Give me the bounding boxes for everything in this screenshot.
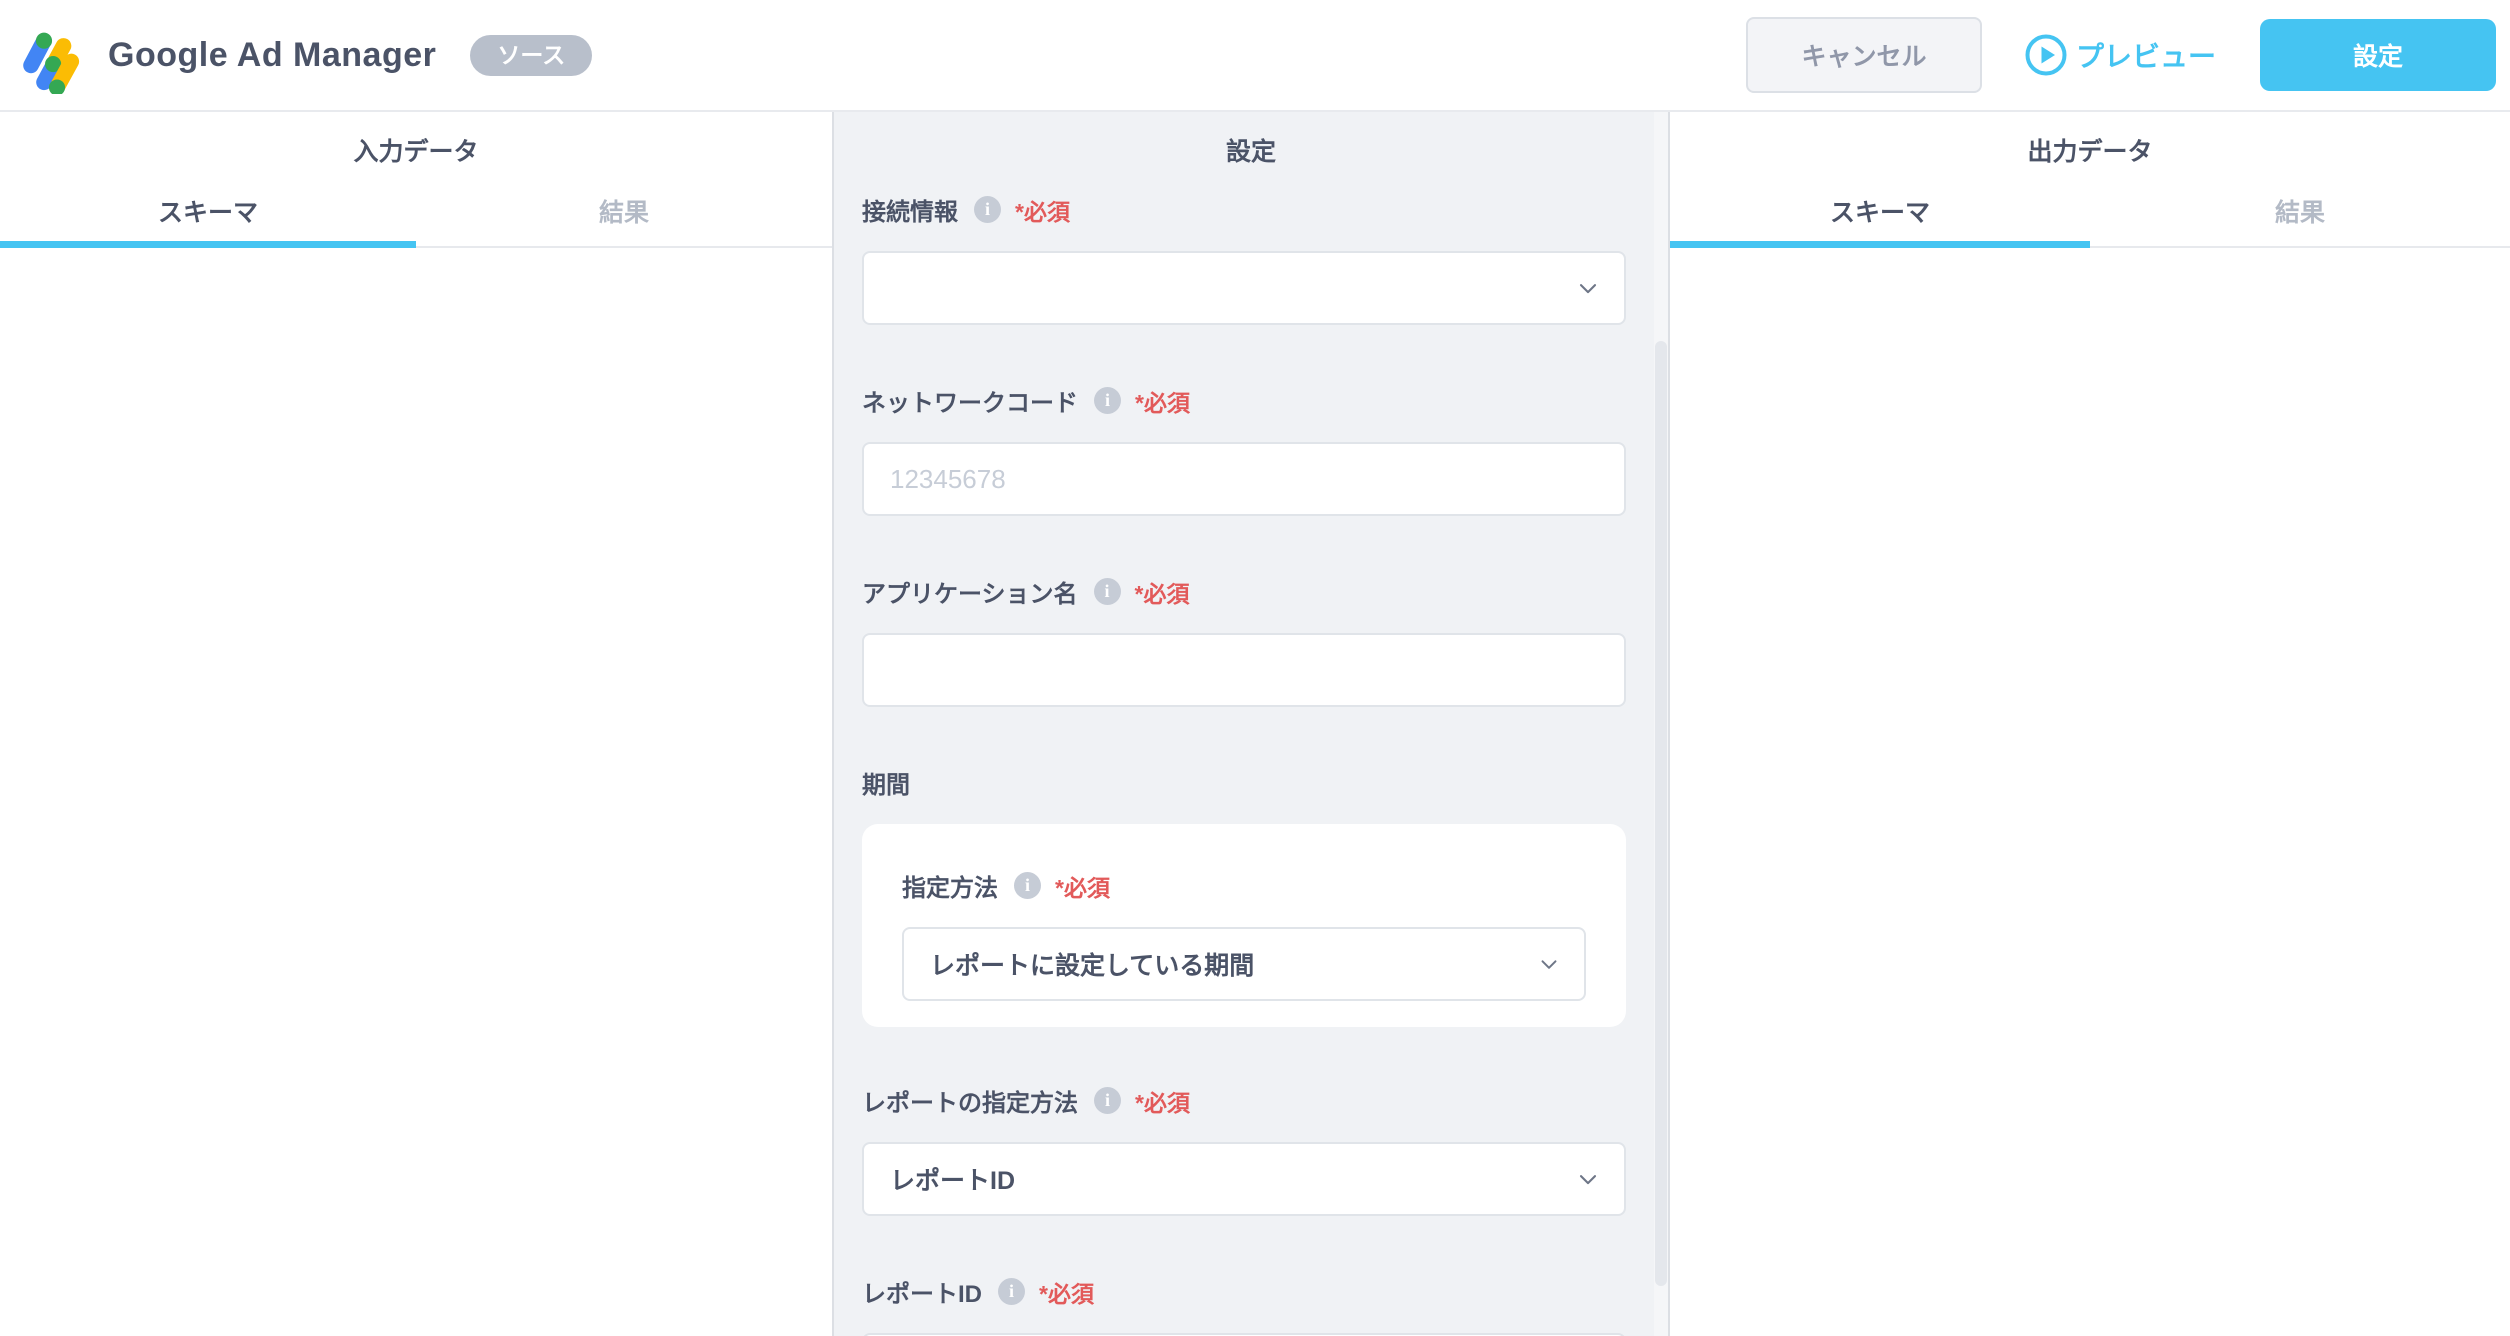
report-id-label-row: レポートID i *必須 [862,1274,1626,1309]
required-badge: *必須 [1039,1280,1094,1307]
report-method-select-value: レポートID [890,1167,1016,1195]
google-ad-manager-logo-icon [23,32,80,94]
period-method-select[interactable]: レポートに設定している期間 [902,927,1586,1001]
app-window: Google Ad Manager ソース キャンセル プレビュー 設定 入力デ… [0,0,2510,1336]
network-code-input[interactable] [862,442,1626,516]
input-data-body [0,248,832,1336]
report-method-label-row: レポートの指定方法 i *必須 [862,1083,1626,1118]
output-data-title: 出力データ [2027,138,2153,166]
app-name-label: アプリケーション名 [862,581,1078,608]
required-badge: *必須 [1135,1089,1190,1116]
period-card: 指定方法 i *必須 レポートに設定している期間 [862,824,1626,1027]
settings-scrollbar-track[interactable] [1654,112,1668,1336]
tab-input-schema-label: スキーマ [157,199,258,227]
settings-panel-title: 設定 [1225,138,1276,166]
header-bar: Google Ad Manager ソース キャンセル プレビュー 設定 [0,0,2510,112]
report-method-select[interactable]: レポートID [862,1142,1626,1216]
period-method-label: 指定方法 [902,875,998,902]
play-circle-icon [2025,34,2067,76]
tab-input-result-label: 結果 [598,199,649,227]
required-badge: *必須 [1015,198,1070,225]
required-badge: *必須 [1134,580,1190,607]
source-badge: ソース [470,34,593,76]
preview-button[interactable]: プレビュー [2024,33,2216,77]
tab-output-schema-label: スキーマ [1829,199,1930,227]
report-id-label: レポートID [862,1281,982,1308]
main-content: 入力データ スキーマ 結果 設定 接続情報 i *必須 ネットワークコード i … [0,112,2510,1336]
page-title: Google Ad Manager [108,35,437,74]
app-name-label-row: アプリケーション名 i *必須 [862,574,1626,609]
chevron-down-icon [1536,951,1562,977]
period-method-label-row: 指定方法 i *必須 [902,868,1586,903]
input-data-panel: 入力データ スキーマ 結果 [0,112,832,1336]
cancel-button[interactable]: キャンセル [1745,17,1982,93]
info-icon[interactable]: i [998,1278,1025,1305]
network-code-label-row: ネットワークコード i *必須 [862,383,1626,418]
tab-output-result[interactable]: 結果 [2090,176,2510,246]
input-data-title: 入力データ [353,138,479,166]
output-data-tab-bar: スキーマ 結果 [1670,176,2510,248]
chevron-down-icon [1574,1165,1602,1193]
output-data-panel: 出力データ スキーマ 結果 [1670,112,2510,1336]
input-data-tab-bar: スキーマ 結果 [0,176,832,248]
info-icon[interactable]: i [974,196,1001,223]
connection-label-row: 接続情報 i *必須 [862,192,1626,227]
tab-output-result-label: 結果 [2274,199,2325,227]
info-icon[interactable]: i [1094,1087,1121,1114]
connection-label: 接続情報 [862,199,958,226]
settings-scrollbar-thumb[interactable] [1655,341,1667,1286]
settings-panel: 設定 接続情報 i *必須 ネットワークコード i *必須 12345678 ア… [832,112,1670,1336]
info-icon[interactable]: i [1014,872,1041,899]
tab-input-schema[interactable]: スキーマ [0,176,416,248]
tab-input-result[interactable]: 結果 [416,176,832,246]
tab-output-schema[interactable]: スキーマ [1670,176,2090,248]
period-method-select-value: レポートに設定している期間 [930,952,1255,980]
report-method-label: レポートの指定方法 [862,1090,1078,1117]
required-badge: *必須 [1055,874,1110,901]
app-name-input[interactable] [862,633,1626,707]
preview-button-label: プレビュー [2075,41,2216,72]
output-data-body [1670,248,2510,1336]
required-badge: *必須 [1135,389,1190,416]
period-section-label: 期間 [862,772,910,799]
connection-select[interactable] [862,251,1626,325]
chevron-down-icon [1574,274,1602,302]
settings-submit-button[interactable]: 設定 [2260,19,2496,91]
network-code-label: ネットワークコード [862,390,1078,417]
settings-form: 接続情報 i *必須 ネットワークコード i *必須 12345678 アプリケ… [834,168,1668,1336]
info-icon[interactable]: i [1094,387,1121,414]
info-icon[interactable]: i [1093,578,1121,605]
